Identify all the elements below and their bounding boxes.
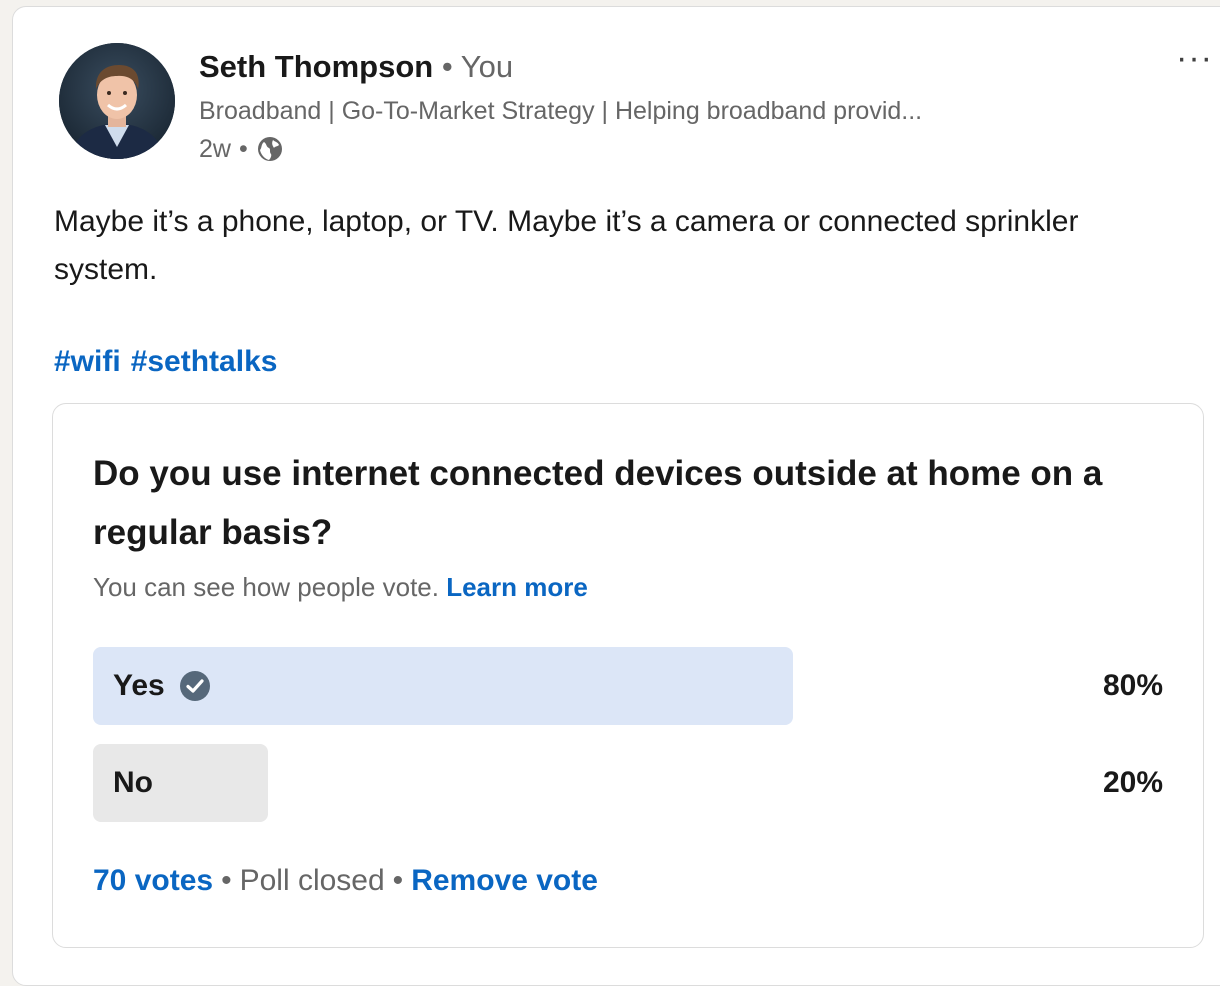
author-relation: You <box>460 49 514 84</box>
poll-option-label-row: Yes <box>113 647 211 725</box>
check-circle-icon <box>179 670 211 702</box>
poll-footer: 70 votes • Poll closed • Remove vote <box>93 861 598 901</box>
poll-option-label: No <box>113 766 153 799</box>
post-text: Maybe it’s a phone, laptop, or TV. Maybe… <box>54 205 1079 286</box>
meta-separator: • <box>238 135 248 163</box>
learn-more-link[interactable]: Learn more <box>446 572 588 602</box>
author-line: Seth Thompson • You <box>199 48 513 86</box>
poll-option-percent: 20% <box>1102 766 1163 799</box>
author-name[interactable]: Seth Thompson <box>199 49 433 84</box>
globe-icon <box>256 135 284 163</box>
author-avatar[interactable] <box>59 43 175 159</box>
post-meta: 2w • <box>199 133 284 165</box>
poll-option-label: Yes <box>113 669 165 702</box>
poll-card: Do you use internet connected devices ou… <box>52 403 1204 948</box>
poll-visibility-note: You can see how people vote. Learn more <box>93 570 588 604</box>
post-time: 2w <box>199 135 231 163</box>
more-options-button[interactable]: ··· <box>1176 41 1213 75</box>
visibility-text: You can see how people vote. <box>93 572 439 602</box>
votes-link[interactable]: 70 votes <box>93 864 213 897</box>
footer-separator: • <box>392 864 404 897</box>
poll-option-yes[interactable]: Yes 80% <box>93 647 1163 725</box>
poll-option-label-row: No <box>113 744 153 822</box>
poll-option-no[interactable]: No 20% <box>93 744 1163 822</box>
feed-post-card: Seth Thompson • You Broadband | Go-To-Ma… <box>12 6 1220 986</box>
author-headline: Broadband | Go-To-Market Strategy | Help… <box>199 97 923 125</box>
remove-vote-link[interactable]: Remove vote <box>411 864 598 897</box>
hashtag-link[interactable]: #sethtalks <box>131 345 278 378</box>
footer-separator: • <box>221 864 232 897</box>
poll-question: Do you use internet connected devices ou… <box>93 454 1103 552</box>
post-hashtags: #wifi #sethtalks <box>54 342 287 382</box>
hashtag-link[interactable]: #wifi <box>54 345 121 378</box>
author-separator: • <box>441 49 453 84</box>
poll-option-percent: 80% <box>1102 669 1163 702</box>
poll-status: Poll closed <box>239 864 385 897</box>
